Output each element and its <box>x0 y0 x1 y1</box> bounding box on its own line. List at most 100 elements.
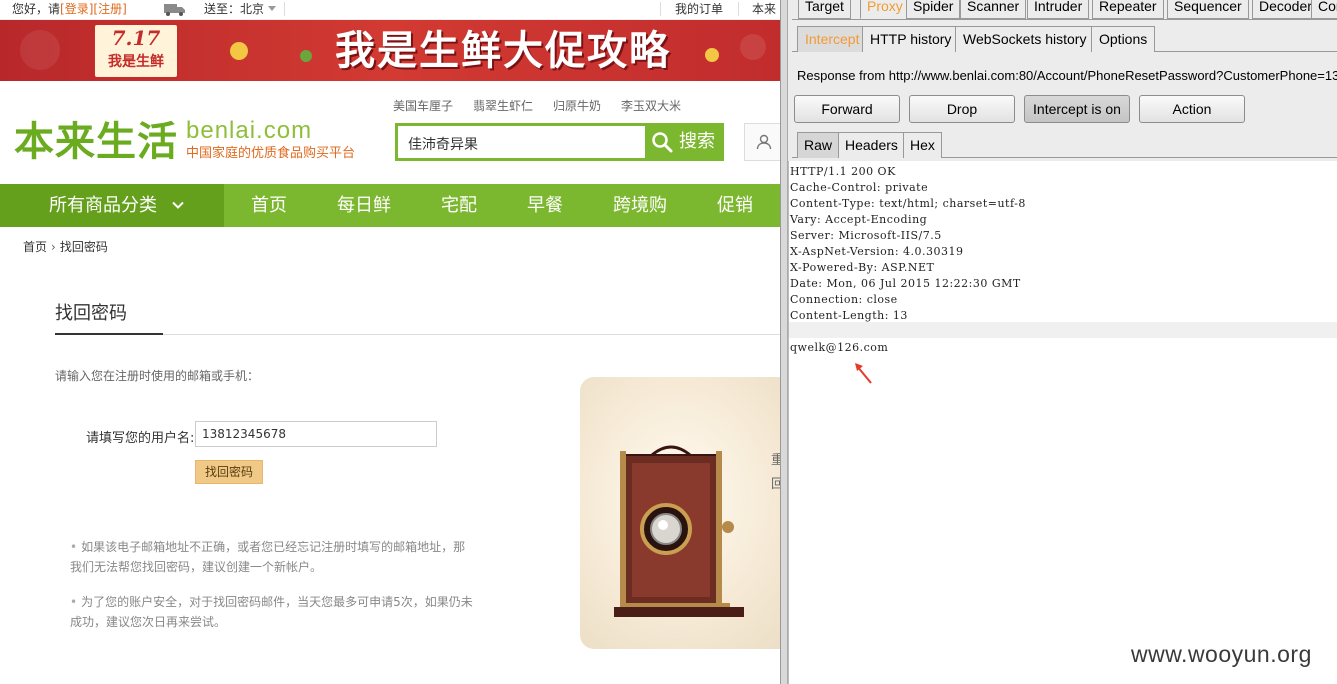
search-icon <box>652 132 673 153</box>
breadcrumb: 首页 › 找回密码 <box>23 238 108 255</box>
tab-decoder[interactable]: Decoder <box>1252 0 1319 19</box>
benlai-website: 您好，请[登录][注册] 送至：北京 我的订单 本来 7.17 我是生鲜 我是生… <box>0 0 780 684</box>
response-header-line: Vary: Accept-Encoding <box>790 213 928 226</box>
tab-raw[interactable]: Raw <box>797 132 840 158</box>
help-note: • 为了您的账户安全，对于找回密码邮件，当天您最多可申请5次，如果仍未 成功，建议… <box>70 592 480 632</box>
promo-banner[interactable]: 7.17 我是生鲜 我是生鲜大促攻略 <box>0 20 780 81</box>
main-nav: 所有商品分类 首页 每日鲜 宅配 早餐 跨境购 促销 <box>0 184 780 227</box>
watermark: www.wooyun.org <box>1131 641 1312 667</box>
banner-decoration <box>740 34 766 60</box>
recover-password-button[interactable]: 找回密码 <box>195 460 263 484</box>
tab-target[interactable]: Target <box>798 0 851 19</box>
page-title: 找回密码 <box>55 303 127 324</box>
search-button-label: 搜索 <box>679 131 715 152</box>
nav-item-daily-fresh[interactable]: 每日鲜 <box>337 184 391 227</box>
split-divider[interactable] <box>780 0 788 684</box>
forward-button[interactable]: Forward <box>794 95 900 123</box>
screen: 您好，请[登录][注册] 送至：北京 我的订单 本来 7.17 我是生鲜 我是生… <box>0 0 1337 684</box>
note-text: 成功，建议您次日再来尝试。 <box>70 615 227 629</box>
nav-item-cross-border[interactable]: 跨境购 <box>613 184 667 227</box>
username-field[interactable]: 13812345678 <box>195 421 437 447</box>
tab-comparer[interactable]: Compa <box>1311 0 1337 19</box>
tab-websockets-history[interactable]: WebSockets history <box>955 26 1095 52</box>
tab-repeater[interactable]: Repeater <box>1092 0 1164 19</box>
message-view-tab-bar: Raw Headers Hex <box>792 132 1337 158</box>
red-arrow-annotation <box>855 363 872 384</box>
hot-search-words: 美国车厘子 翡翠生虾仁 归原牛奶 李玉双大米 <box>393 97 701 113</box>
hot-word[interactable]: 翡翠生虾仁 <box>473 99 533 113</box>
message-editor[interactable]: HTTP/1.1 200 OK Cache-Control: private C… <box>788 161 1337 684</box>
banner-decoration <box>230 42 248 60</box>
tab-intercept[interactable]: Intercept <box>797 26 868 52</box>
all-categories-label: 所有商品分类 <box>49 195 157 216</box>
blank-line-highlight <box>789 322 1337 338</box>
chevron-down-icon <box>172 201 184 209</box>
response-body: qwelk@126.com <box>790 341 889 354</box>
response-header-line: Connection: close <box>790 293 898 306</box>
tab-options[interactable]: Options <box>1091 26 1156 52</box>
tab-spider[interactable]: Spider <box>906 0 961 19</box>
top-bar: 您好，请[登录][注册] 送至：北京 我的订单 本来 <box>0 0 780 20</box>
main-tab-bar: Target Proxy Spider Scanner Intruder Rep… <box>792 0 1337 20</box>
search-button[interactable]: 搜索 <box>645 123 724 161</box>
proxy-sub-tab-bar: Intercept HTTP history WebSockets histor… <box>792 26 1337 52</box>
delivery-location-select[interactable]: 送至：北京 <box>204 0 277 18</box>
nav-item-breakfast[interactable]: 早餐 <box>527 184 563 227</box>
tab-proxy[interactable]: Proxy <box>860 0 910 19</box>
note-text: 为了您的账户安全，对于找回密码邮件，当天您最多可申请5次，如果仍未 <box>81 595 473 609</box>
nav-item-delivery[interactable]: 宅配 <box>441 184 477 227</box>
help-note: • 如果该电子邮箱地址不正确，或者您已经忘记注册时填写的邮箱地址，那 我们无法帮您… <box>70 537 480 577</box>
banner-decoration <box>20 30 60 70</box>
action-button[interactable]: Action <box>1139 95 1245 123</box>
site-header: 本来生活 benlai.com 中国家庭的优质食品购买平台 美国车厘子 翡翠生虾仁… <box>0 81 780 184</box>
promo-badge-text: 我是生鲜 <box>108 54 164 70</box>
tab-headers[interactable]: Headers <box>838 132 905 158</box>
nav-item-home[interactable]: 首页 <box>251 184 287 227</box>
response-header-line: X-Powered-By: ASP.NET <box>790 261 935 274</box>
tab-http-history[interactable]: HTTP history <box>862 26 960 52</box>
breadcrumb-home[interactable]: 首页 <box>23 240 47 254</box>
greeting: 您好，请[登录][注册] <box>12 0 127 18</box>
tab-sequencer[interactable]: Sequencer <box>1167 0 1249 19</box>
tab-hex[interactable]: Hex <box>903 132 942 158</box>
intercept-toggle-button[interactable]: Intercept is on <box>1024 95 1130 123</box>
search-input[interactable]: 佳沛奇异果 <box>395 123 645 161</box>
logo-english[interactable]: benlai.com <box>186 117 312 145</box>
divider <box>660 2 661 16</box>
hot-word[interactable]: 归原牛奶 <box>553 99 601 113</box>
response-source-label: Response from http://www.benlai.com:80/A… <box>797 68 1337 83</box>
drop-button[interactable]: Drop <box>909 95 1015 123</box>
truck-icon <box>164 4 185 16</box>
response-header-line: Cache-Control: private <box>790 181 929 194</box>
camera-icon <box>614 445 744 617</box>
delivery-location-text: 送至：北京 <box>204 2 265 16</box>
benlai-link[interactable]: 本来 <box>752 0 776 18</box>
username-label: 请填写您的用户名: <box>86 431 195 446</box>
all-categories-menu[interactable]: 所有商品分类 <box>0 184 224 227</box>
logo-tagline: 中国家庭的优质食品购买平台 <box>186 146 356 161</box>
login-link[interactable]: [登录] <box>60 2 93 16</box>
promo-date: 7.17 <box>111 26 161 50</box>
tab-intruder[interactable]: Intruder <box>1027 0 1090 19</box>
hot-word[interactable]: 李玉双大米 <box>621 99 681 113</box>
response-header-line: Date: Mon, 06 Jul 2015 12:22:30 GMT <box>790 277 1021 290</box>
banner-decoration <box>705 48 719 62</box>
register-link[interactable]: [注册] <box>93 2 126 16</box>
tab-scanner[interactable]: Scanner <box>960 0 1027 19</box>
bullet-icon: • <box>70 540 78 554</box>
breadcrumb-current: 找回密码 <box>59 240 108 254</box>
hot-word[interactable]: 美国车厘子 <box>393 99 453 113</box>
user-icon <box>756 134 772 150</box>
image-caption: 重 <box>771 453 780 468</box>
response-header-line: Content-Type: text/html; charset=utf-8 <box>790 197 1026 210</box>
divider <box>284 2 285 16</box>
my-orders-link[interactable]: 我的订单 <box>675 0 723 18</box>
note-text: 如果该电子邮箱地址不正确，或者您已经忘记注册时填写的邮箱地址，那 <box>81 540 466 554</box>
logo-chinese[interactable]: 本来生活 <box>14 119 178 165</box>
form-prompt: 请输入您在注册时使用的邮箱或手机： <box>55 369 260 383</box>
caret-down-icon <box>268 6 277 11</box>
account-button[interactable] <box>744 123 780 161</box>
divider <box>738 2 739 16</box>
nav-item-promotions[interactable]: 促销 <box>717 184 753 227</box>
promo-slogan: 我是生鲜大促攻略 <box>335 28 671 74</box>
